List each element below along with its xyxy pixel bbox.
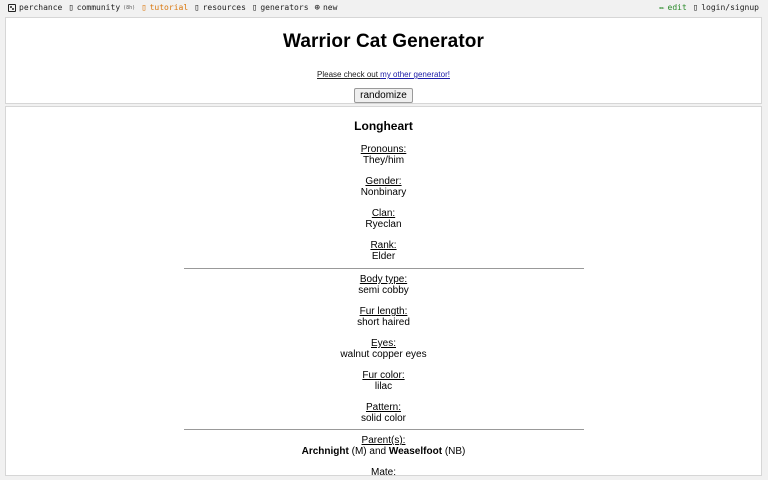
nav-community-label: community bbox=[76, 3, 121, 12]
nav-generators[interactable]: ▯ generators bbox=[252, 0, 309, 16]
field-value: Archnight (M) and Weaselfoot (NB) bbox=[6, 446, 761, 457]
field-eyes: Eyes: walnut copper eyes bbox=[6, 338, 761, 360]
field-value: semi cobby bbox=[358, 285, 409, 296]
field-value: short haired bbox=[357, 317, 410, 328]
nav-tutorial[interactable]: ▯ tutorial bbox=[141, 0, 188, 16]
field-label: Pattern: bbox=[365, 402, 402, 413]
field-label: Clan: bbox=[371, 208, 396, 219]
nav-new[interactable]: ⊕ new bbox=[315, 0, 338, 16]
parents-conjunction: and bbox=[369, 446, 387, 457]
family-section: Parent(s): Archnight (M) and Weaselfoot … bbox=[6, 435, 761, 476]
field-label: Fur length: bbox=[359, 306, 408, 317]
nav-resources-label: resources bbox=[202, 3, 246, 12]
field-value: Ryeclan bbox=[365, 219, 402, 230]
nav-right-group: ✏ edit ▯ login/signup bbox=[659, 0, 768, 16]
field-value: They/him bbox=[362, 155, 405, 166]
generators-icon: ▯ bbox=[251, 2, 258, 13]
top-nav-bar: perchance ▯ community (8h) ▯ tutorial ▯ … bbox=[0, 0, 768, 16]
field-value: Elder bbox=[371, 251, 396, 262]
generator-output: Longheart Pronouns: They/him Gender: Non… bbox=[5, 106, 762, 476]
nav-login[interactable]: ▯ login/signup bbox=[693, 0, 759, 16]
nav-generators-label: generators bbox=[260, 3, 309, 12]
page-title: Warrior Cat Generator bbox=[283, 31, 484, 52]
field-label: Gender: bbox=[365, 176, 402, 187]
pencil-icon: ✏ bbox=[659, 2, 665, 13]
tutorial-icon: ▯ bbox=[141, 2, 147, 13]
section-divider bbox=[183, 268, 584, 269]
field-value: lilac bbox=[374, 381, 393, 392]
field-label: Rank: bbox=[370, 240, 397, 251]
nav-site-label: perchance bbox=[19, 3, 63, 12]
randomize-button[interactable]: randomize bbox=[354, 88, 413, 103]
nav-edit-label: edit bbox=[667, 3, 687, 12]
field-pronouns: Pronouns: They/him bbox=[6, 144, 761, 166]
field-value: walnut copper eyes bbox=[340, 349, 427, 360]
field-mate: Mate: bbox=[6, 467, 761, 476]
nav-resources[interactable]: ▯ resources bbox=[194, 0, 246, 16]
generator-header: Warrior Cat Generator Please check out m… bbox=[5, 17, 762, 104]
parent2-tag: (NB) bbox=[444, 446, 466, 457]
other-generator-link[interactable]: my other generator! bbox=[380, 70, 450, 79]
field-label: Body type: bbox=[359, 274, 408, 285]
parent1-name: Archnight bbox=[301, 446, 349, 457]
appearance-section: Body type: semi cobby Fur length: short … bbox=[6, 274, 761, 424]
field-label: Fur color: bbox=[362, 370, 405, 381]
field-label: Eyes: bbox=[370, 338, 396, 349]
user-icon: ▯ bbox=[692, 2, 699, 13]
nav-community[interactable]: ▯ community (8h) bbox=[68, 0, 135, 16]
community-icon: ▯ bbox=[68, 2, 74, 13]
nav-edit[interactable]: ✏ edit bbox=[659, 0, 687, 16]
nav-home[interactable]: perchance bbox=[8, 0, 62, 16]
field-fur-color: Fur color: lilac bbox=[6, 370, 761, 392]
section-divider bbox=[183, 429, 584, 430]
field-parents: Parent(s): Archnight (M) and Weaselfoot … bbox=[6, 435, 761, 457]
nav-left-group: perchance ▯ community (8h) ▯ tutorial ▯ … bbox=[0, 0, 659, 16]
field-label: Pronouns: bbox=[360, 144, 407, 155]
nav-new-label: new bbox=[322, 3, 338, 12]
resources-icon: ▯ bbox=[194, 2, 200, 13]
field-label: Mate: bbox=[370, 467, 396, 476]
subtitle-line: Please check out my other generator! bbox=[6, 70, 761, 79]
field-pattern: Pattern: solid color bbox=[6, 402, 761, 424]
parent2-name: Weaselfoot bbox=[388, 446, 443, 457]
plus-circle-icon: ⊕ bbox=[314, 2, 320, 13]
subtitle-prefix: Please check out bbox=[317, 70, 381, 79]
dice-icon bbox=[8, 4, 16, 12]
field-gender: Gender: Nonbinary bbox=[6, 176, 761, 198]
nav-tutorial-label: tutorial bbox=[149, 3, 189, 12]
nav-login-label: login/signup bbox=[701, 3, 759, 12]
field-clan: Clan: Ryeclan bbox=[6, 208, 761, 230]
field-fur-length: Fur length: short haired bbox=[6, 306, 761, 328]
parent1-tag: (M) bbox=[351, 446, 367, 457]
field-value: solid color bbox=[360, 413, 407, 424]
field-rank: Rank: Elder bbox=[6, 240, 761, 262]
field-label: Parent(s): bbox=[361, 435, 406, 446]
field-body-type: Body type: semi cobby bbox=[6, 274, 761, 296]
community-count-badge: (8h) bbox=[123, 5, 136, 11]
identity-section: Pronouns: They/him Gender: Nonbinary Cla… bbox=[6, 144, 761, 262]
field-value: Nonbinary bbox=[360, 187, 407, 198]
cat-name: Longheart bbox=[354, 119, 413, 133]
